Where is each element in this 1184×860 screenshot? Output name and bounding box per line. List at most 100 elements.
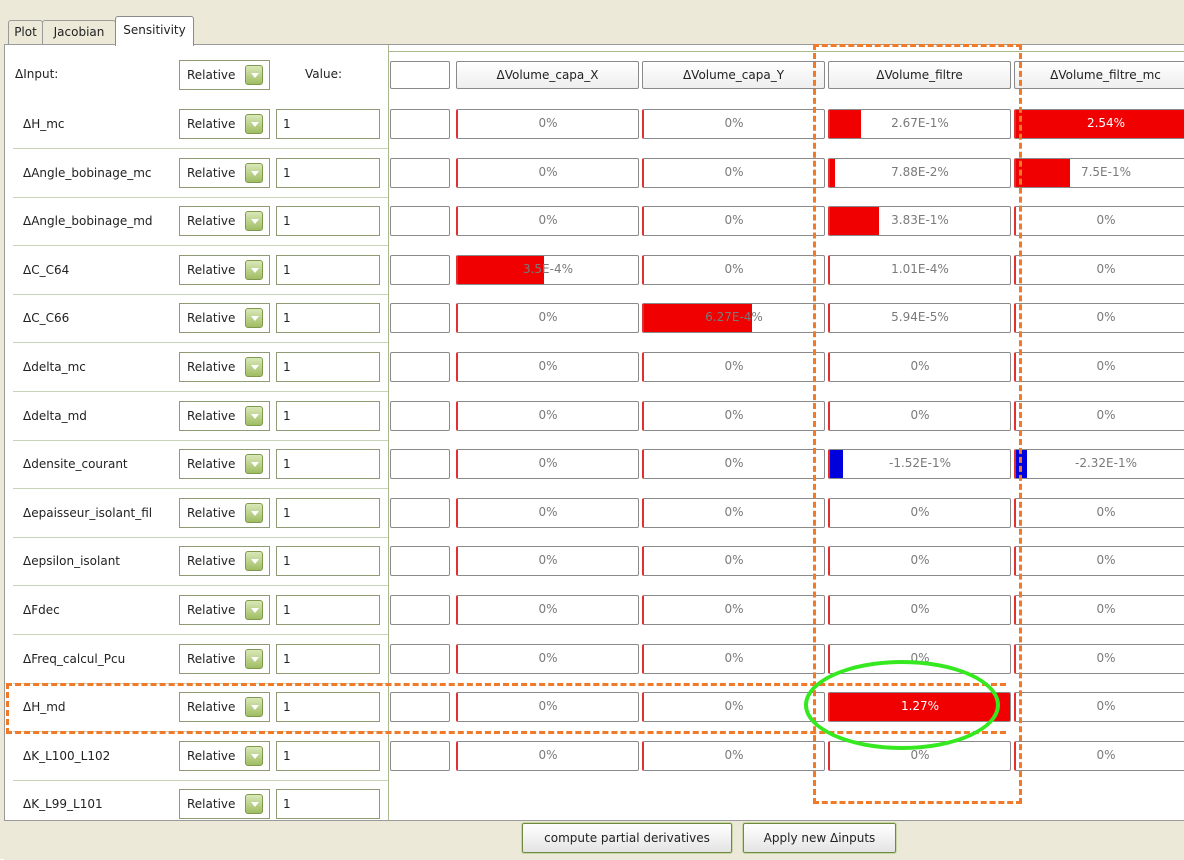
chevron-down-icon[interactable] xyxy=(245,65,263,85)
apply-new-inputs-button[interactable]: Apply new Δinputs xyxy=(742,822,897,854)
row-value-input[interactable]: 1 xyxy=(276,789,380,819)
row-separator xyxy=(13,391,388,392)
chevron-down-icon[interactable] xyxy=(245,503,263,523)
sensitivity-value: 6.27E-4% xyxy=(705,310,763,324)
sensitivity-value: 0% xyxy=(1096,262,1116,276)
sensitivity-value: 0% xyxy=(1096,602,1116,616)
row-input-name: ΔH_mc xyxy=(23,117,65,131)
sensitivity-cell: 0% xyxy=(642,498,825,528)
chevron-down-icon[interactable] xyxy=(245,454,263,474)
row-value-input[interactable]: 1 xyxy=(276,644,380,674)
row-input-name: Δdelta_mc xyxy=(23,360,86,374)
row-cell-stub xyxy=(390,158,450,188)
chevron-down-icon[interactable] xyxy=(245,211,263,231)
sensitivity-value: 0% xyxy=(1096,505,1116,519)
row-mode-select[interactable]: Relative xyxy=(179,595,270,625)
row-mode-select[interactable]: Relative xyxy=(179,303,270,333)
row-mode-select[interactable]: Relative xyxy=(179,741,270,771)
row-cell-stub xyxy=(390,449,450,479)
sensitivity-cell: 3.5E-4% xyxy=(456,255,639,285)
row-input-name: ΔAngle_bobinage_md xyxy=(23,214,153,228)
column-header-volume-filtre-mc[interactable]: ΔVolume_filtre_mc xyxy=(1014,61,1184,89)
row-value-input[interactable]: 1 xyxy=(276,109,380,139)
sensitivity-value: 0% xyxy=(1096,699,1116,713)
row-cell-stub xyxy=(390,401,450,431)
value-label: Value: xyxy=(305,67,342,81)
row-value-input[interactable]: 1 xyxy=(276,546,380,576)
row-mode-select[interactable]: Relative xyxy=(179,255,270,285)
row-mode-select[interactable]: Relative xyxy=(179,644,270,674)
row-value-input[interactable]: 1 xyxy=(276,498,380,528)
row-separator xyxy=(13,634,388,635)
row-mode-value: Relative xyxy=(187,311,236,325)
delta-input-label: ΔInput: xyxy=(15,67,59,81)
row-mode-select[interactable]: Relative xyxy=(179,109,270,139)
row-value-input[interactable]: 1 xyxy=(276,401,380,431)
chevron-down-icon[interactable] xyxy=(245,600,263,620)
sensitivity-value: 0% xyxy=(538,213,558,227)
row-mode-select[interactable]: Relative xyxy=(179,449,270,479)
chevron-down-icon[interactable] xyxy=(245,794,263,814)
row-mode-select[interactable]: Relative xyxy=(179,498,270,528)
tab-plot[interactable]: Plot xyxy=(8,20,43,45)
row-mode-select[interactable]: Relative xyxy=(179,158,270,188)
row-mode-select[interactable]: Relative xyxy=(179,401,270,431)
chevron-down-icon[interactable] xyxy=(245,746,263,766)
chevron-down-icon[interactable] xyxy=(245,260,263,280)
sensitivity-cell: 0% xyxy=(1014,401,1184,431)
row-cell-stub xyxy=(390,255,450,285)
sensitivity-cell: 0% xyxy=(642,206,825,236)
sensitivity-cell: 0% xyxy=(456,206,639,236)
header-mode-select[interactable]: Relative xyxy=(179,60,270,90)
row-value-input[interactable]: 1 xyxy=(276,352,380,382)
row-input-name: Δdelta_md xyxy=(23,409,87,423)
header-divider xyxy=(388,51,1184,52)
sensitivity-value: 0% xyxy=(1096,408,1116,422)
row-value-input[interactable]: 1 xyxy=(276,206,380,236)
row-input-name: Δepsilon_isolant xyxy=(23,554,121,568)
row-input-name: ΔC_C66 xyxy=(23,311,70,325)
row-value-input[interactable]: 1 xyxy=(276,255,380,285)
row-value-input[interactable]: 1 xyxy=(276,449,380,479)
sensitivity-value: 0% xyxy=(724,651,744,665)
sensitivity-cell: 0% xyxy=(1014,644,1184,674)
row-mode-select[interactable]: Relative xyxy=(179,789,270,819)
tab-sensitivity[interactable]: Sensitivity xyxy=(115,16,194,46)
chevron-down-icon[interactable] xyxy=(245,163,263,183)
column-header-volume-capa-x[interactable]: ΔVolume_capa_X xyxy=(456,61,639,89)
sensitivity-cell: 0% xyxy=(642,255,825,285)
column-header-volume-capa-y[interactable]: ΔVolume_capa_Y xyxy=(642,61,825,89)
row-input-name: Δepaisseur_isolant_fil xyxy=(23,506,153,520)
sensitivity-value: 0% xyxy=(724,262,744,276)
row-cell-stub xyxy=(390,498,450,528)
chevron-down-icon[interactable] xyxy=(245,551,263,571)
chevron-down-icon[interactable] xyxy=(245,649,263,669)
sensitivity-value: 0% xyxy=(724,213,744,227)
sensitivity-cell: 0% xyxy=(456,595,639,625)
sensitivity-cell: 0% xyxy=(456,546,639,576)
sensitivity-cell: 0% xyxy=(1014,595,1184,625)
row-mode-select[interactable]: Relative xyxy=(179,206,270,236)
chevron-down-icon[interactable] xyxy=(245,308,263,328)
row-cell-stub xyxy=(390,741,450,771)
row-separator xyxy=(13,585,388,586)
compute-partial-derivatives-button[interactable]: compute partial derivatives xyxy=(521,822,733,854)
chevron-down-icon[interactable] xyxy=(245,114,263,134)
sensitivity-cell: 0% xyxy=(456,741,639,771)
row-value-input[interactable]: 1 xyxy=(276,158,380,188)
sensitivity-cell: 0% xyxy=(1014,255,1184,285)
row-value-input[interactable]: 1 xyxy=(276,741,380,771)
tab-jacobian[interactable]: Jacobian xyxy=(42,20,116,45)
sensitivity-value: 0% xyxy=(1096,310,1116,324)
sensitivity-cell: 0% xyxy=(456,498,639,528)
row-input-name: ΔK_L100_L102 xyxy=(23,749,111,763)
row-separator xyxy=(13,245,388,246)
sensitivity-cell: 0% xyxy=(642,546,825,576)
row-mode-select[interactable]: Relative xyxy=(179,352,270,382)
chevron-down-icon[interactable] xyxy=(245,406,263,426)
row-value-input[interactable]: 1 xyxy=(276,303,380,333)
sensitivity-value: 0% xyxy=(1096,213,1116,227)
chevron-down-icon[interactable] xyxy=(245,357,263,377)
row-mode-select[interactable]: Relative xyxy=(179,546,270,576)
row-value-input[interactable]: 1 xyxy=(276,595,380,625)
